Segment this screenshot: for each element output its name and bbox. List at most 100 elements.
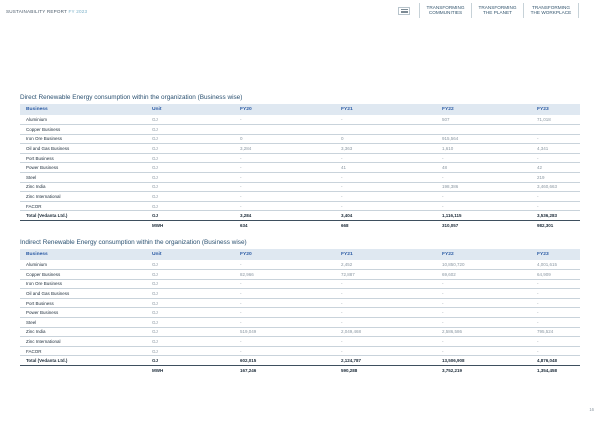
table-cell: - [335, 115, 436, 126]
table-cell: - [335, 336, 436, 347]
table-cell: 1,354,458 [537, 368, 558, 374]
column-header: FY23 [531, 104, 580, 115]
table-cell: FACOR [20, 346, 146, 357]
report-year: FY 2023 [68, 9, 88, 14]
column-header: FY20 [234, 104, 335, 115]
table-cell: 0 [234, 134, 335, 145]
table-cell: Zinc International [20, 191, 146, 202]
table-cell: 0 [335, 134, 436, 145]
table-cell: GJ [146, 124, 234, 135]
nav-tab-workplace[interactable]: TRANSFORMING THE WORKPLACE [523, 3, 579, 18]
table-cell: 2,452 [335, 260, 436, 271]
table-cell: Zinc International [20, 336, 146, 347]
table-cell: - [234, 115, 335, 126]
table-cell: Steel [20, 172, 146, 183]
table-cell: 634 [240, 223, 248, 229]
table-cell: - [335, 317, 436, 328]
table-cell: 4,876,048 [531, 355, 580, 367]
table-cell: GJ [146, 115, 234, 126]
table-cell [436, 124, 531, 135]
table-cell: - [335, 153, 436, 164]
table-row: FACOR GJ - - - - [20, 201, 580, 212]
table-cell: 3,363 [335, 143, 436, 154]
table-cell: GJ [146, 336, 234, 347]
column-header: Business [20, 104, 146, 115]
column-header: FY23 [531, 249, 580, 260]
table-cell: MWH [152, 223, 164, 229]
nav-tab-line: THE PLANET [483, 10, 512, 16]
table-cell: 4,341 [531, 143, 580, 154]
table-cell: 795,524 [531, 327, 580, 338]
table-cell: Copper Business [20, 269, 146, 280]
table-cell: - [234, 260, 335, 271]
table-cell: Iron Ore Business [20, 279, 146, 290]
table-cell: 3,284 [234, 143, 335, 154]
table-row: Copper Business GJ [20, 124, 580, 135]
table-row: Zinc India GJ 519,049 2,049,468 2,586,586 795… [20, 327, 580, 338]
table-cell: 72,887 [335, 269, 436, 280]
column-header: FY22 [436, 249, 531, 260]
table-row: Aluminium GJ - -507 71,018 [20, 115, 580, 126]
table-cell: - [531, 201, 580, 212]
table-cell: 1,116,115 [436, 210, 531, 222]
table-cell: - [234, 201, 335, 212]
table-cell: - [436, 317, 531, 328]
table-cell: - [335, 182, 436, 193]
table-cell: 71,018 [531, 115, 580, 126]
table-cell: Oil and Gas Business [20, 143, 146, 154]
table-row: Steel GJ - - - - [20, 317, 580, 328]
table-cell: 519,049 [234, 327, 335, 338]
table-cell: GJ [146, 153, 234, 164]
table-row: Oil and Gas Business GJ - - - - [20, 288, 580, 299]
table-cell: - [335, 307, 436, 319]
table-cell: Steel [20, 317, 146, 328]
report-header: SUSTAINABILITY REPORT FY 2023 TRANSFORMI… [0, 0, 600, 22]
report-title: SUSTAINABILITY REPORT FY 2023 [6, 9, 87, 14]
table-cell: 3,284 [234, 210, 335, 222]
column-header: FY21 [335, 249, 436, 260]
table-cell: 310,057 [442, 223, 459, 229]
table-cell: GJ [146, 182, 234, 193]
table-cell: - [436, 279, 531, 290]
table-cell: Iron Ore Business [20, 134, 146, 145]
table-cell: 915,564 [436, 134, 531, 145]
table-cell: - [335, 346, 436, 357]
table-cell: GJ [146, 210, 234, 222]
table-cell: GJ [146, 307, 234, 319]
indirect-section-title: Indirect Renewable Energy consumption wi… [20, 239, 247, 246]
table-cell: GJ [146, 191, 234, 202]
mwh-row: MWH 634 668 310,057 982,301 [20, 221, 580, 231]
table-cell: GJ [146, 317, 234, 328]
nav-tab-communities[interactable]: TRANSFORMING COMMUNITIES [419, 3, 471, 18]
table-cell: Zinc India [20, 327, 146, 338]
table-row: Zinc India GJ - -198,386 3,460,663 [20, 182, 580, 193]
table-cell: Port Business [20, 153, 146, 164]
table-cell: - [531, 134, 580, 145]
table-cell: 2,124,787 [335, 355, 436, 367]
table-cell: GJ [146, 327, 234, 338]
table-cell [234, 124, 335, 135]
table-cell: - [234, 162, 335, 174]
table-cell: GJ [146, 298, 234, 309]
table-cell: Port Business [20, 298, 146, 309]
table-row: FACOR GJ - - - - [20, 346, 580, 357]
table-cell: GJ [146, 260, 234, 271]
table-row: Power Business GJ - - - - [20, 307, 580, 319]
table-cell: - [234, 279, 335, 290]
menu-icon[interactable] [398, 7, 410, 15]
nav-tab-line: COMMUNITIES [428, 10, 463, 16]
table-cell: 1,610 [436, 143, 531, 154]
table-cell: - [531, 346, 580, 357]
table-cell: 4,001,615 [531, 260, 580, 271]
nav-tab-planet[interactable]: TRANSFORMING THE PLANET [471, 3, 523, 18]
table-cell: - [436, 288, 531, 299]
table-cell: - [436, 307, 531, 319]
table-cell: - [531, 279, 580, 290]
table-cell: Oil and Gas Business [20, 288, 146, 299]
report-title-text: SUSTAINABILITY REPORT [6, 9, 68, 14]
table-cell: 167,246 [240, 368, 257, 374]
table-cell: 13,506,908 [436, 355, 531, 367]
table-cell: 507 [436, 115, 531, 126]
table-cell: Copper Business [20, 124, 146, 135]
table-cell: GJ [146, 288, 234, 299]
